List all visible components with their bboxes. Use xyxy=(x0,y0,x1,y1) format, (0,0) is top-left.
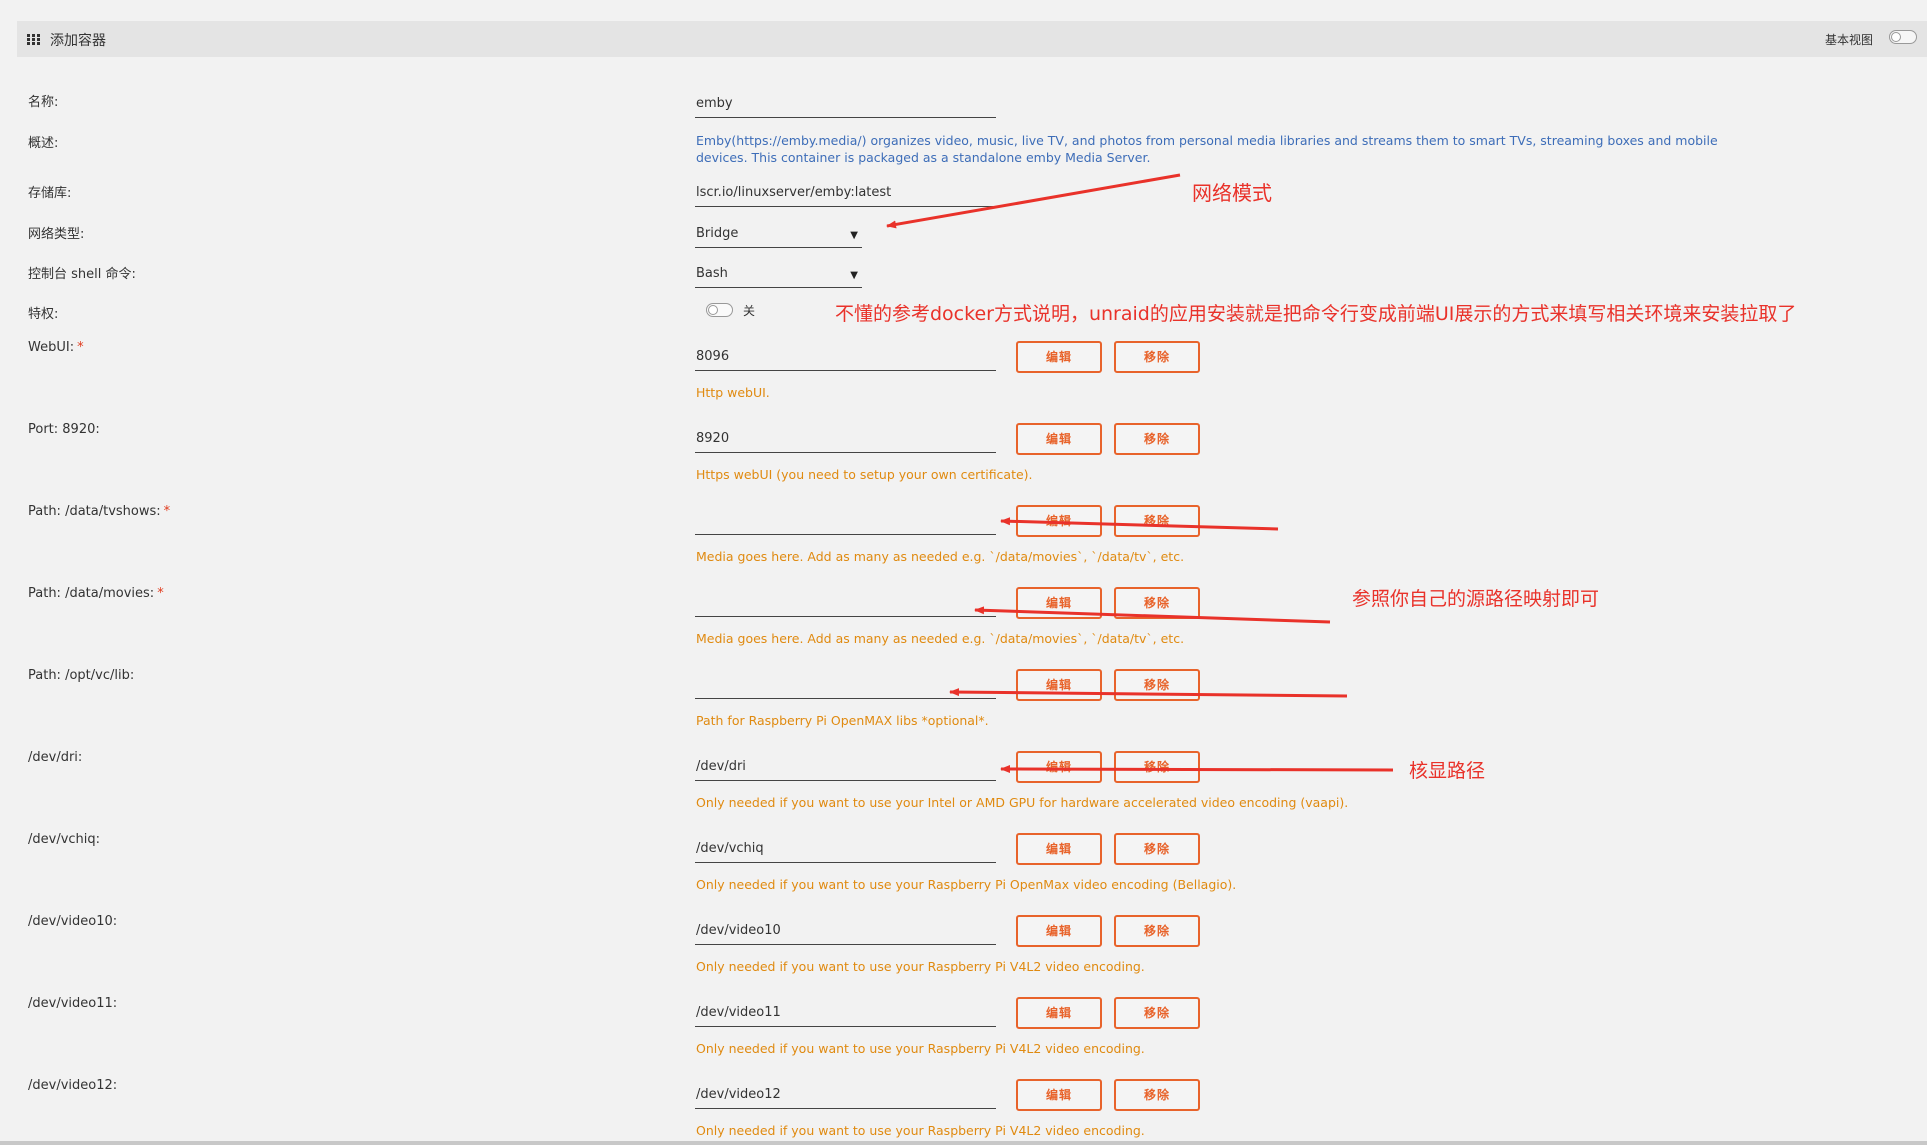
annotation-path-mapping: 参照你自己的源路径映射即可 xyxy=(1352,588,1600,610)
annotation-explanation: 不懂的参考docker方式说明，unraid的应用安装就是把命令行变成前端UI展… xyxy=(835,303,1797,325)
arrow-tvshows-path xyxy=(1000,517,1279,531)
annotation-igpu-path: 核显路径 xyxy=(1409,760,1486,782)
arrow-dev-dri xyxy=(1000,765,1394,774)
arrow-vc-lib-path xyxy=(949,688,1348,698)
bottom-border xyxy=(0,1141,1927,1145)
arrow-movies-path xyxy=(974,606,1331,624)
annotation-arrows xyxy=(886,173,1394,774)
annotation-network-mode: 网络模式 xyxy=(1192,181,1272,205)
arrow-network-mode xyxy=(886,173,1181,229)
